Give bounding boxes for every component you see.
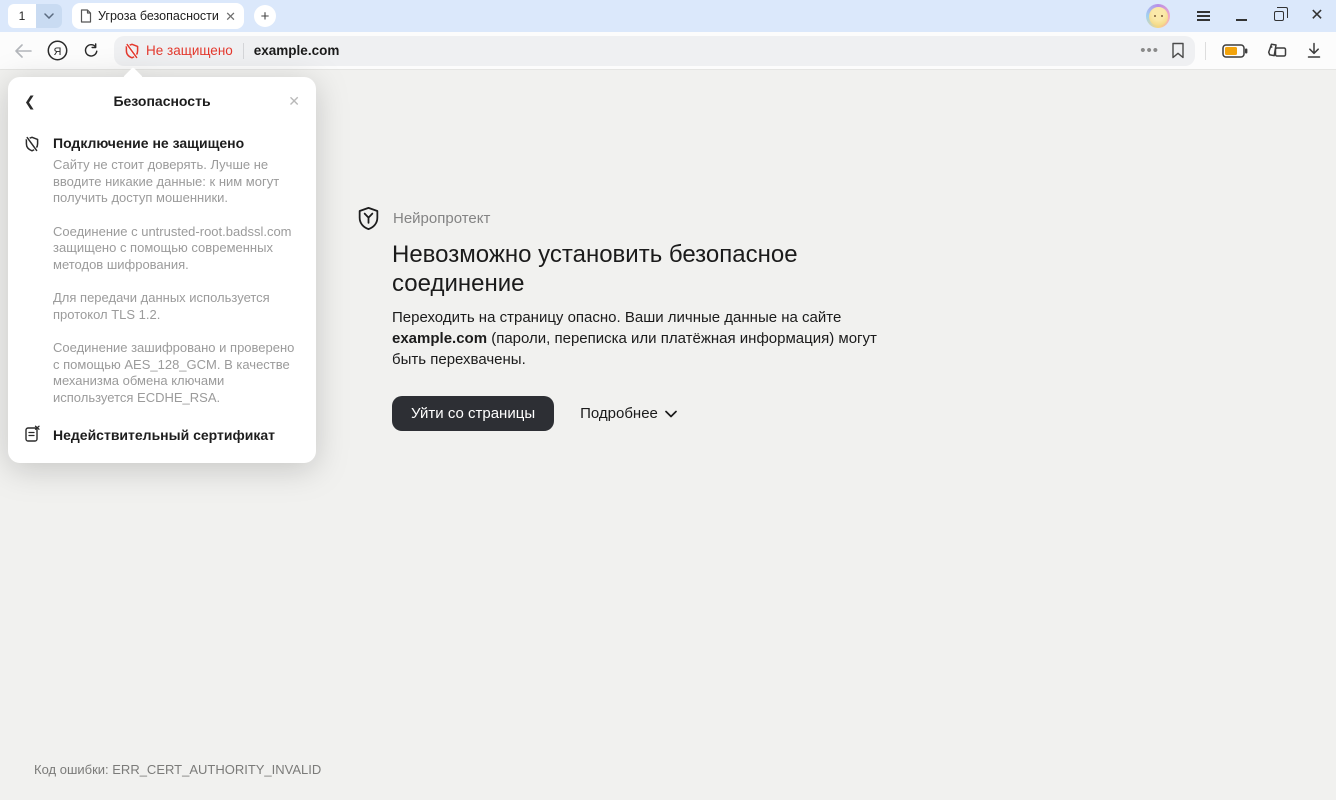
- close-icon: ✕: [1310, 8, 1323, 24]
- shield-crossed-icon: [124, 43, 140, 59]
- avatar-face: [1149, 7, 1168, 26]
- refresh-button[interactable]: [74, 36, 108, 66]
- security-badge[interactable]: Не защищено: [124, 43, 233, 59]
- leave-page-button[interactable]: Уйти со страницы: [392, 396, 554, 431]
- security-panel: ❮ Безопасность ✕ Подключение не защищено: [8, 70, 316, 463]
- paragraph-text: Переходить на страницу опасно. Ваши личн…: [392, 309, 841, 326]
- refresh-icon: [82, 42, 100, 60]
- tab-close-icon[interactable]: ✕: [225, 10, 236, 23]
- maximize-button[interactable]: [1260, 1, 1298, 31]
- more-actions-icon[interactable]: •••: [1140, 42, 1159, 59]
- yandex-logo-icon: Я: [47, 40, 68, 61]
- panel-paragraph: Для передачи данных используется протоко…: [53, 290, 303, 323]
- new-tab-button[interactable]: +: [254, 5, 276, 27]
- details-button[interactable]: Подробнее: [580, 405, 677, 422]
- tab-threat[interactable]: Угроза безопасности ✕: [72, 3, 244, 29]
- restore-icon: [1274, 11, 1284, 21]
- tab-counter-group: 1: [8, 4, 62, 28]
- minimize-icon: [1236, 19, 1247, 21]
- connection-not-secure-item: Подключение не защищено Сайту не стоит д…: [24, 135, 300, 207]
- security-badge-label: Не защищено: [146, 43, 233, 58]
- titlebar-controls: ✕: [1146, 1, 1336, 31]
- minimize-button[interactable]: [1222, 1, 1260, 31]
- chevron-down-icon: [44, 13, 54, 19]
- yandex-home-button[interactable]: Я: [40, 36, 74, 66]
- neuroprotect-shield-icon: [356, 206, 381, 231]
- panel-back-icon[interactable]: ❮: [24, 93, 44, 110]
- toolbar: Я Не защищено example.com •••: [0, 32, 1336, 70]
- browser-window: 1 Угроза безопасности ✕ + ✕: [0, 0, 1336, 800]
- bookmark-icon[interactable]: [1171, 42, 1185, 59]
- tab-list-button[interactable]: [36, 4, 62, 28]
- panel-header: ❮ Безопасность ✕: [24, 91, 300, 111]
- address-bar[interactable]: Не защищено example.com •••: [114, 36, 1195, 66]
- invalid-certificate-item[interactable]: Недействительный сертификат: [24, 424, 300, 447]
- tab-counter[interactable]: 1: [8, 4, 36, 28]
- certificate-item-title: Недействительный сертификат: [53, 427, 275, 444]
- panel-title: Безопасность: [44, 93, 280, 109]
- panel-close-icon[interactable]: ✕: [280, 93, 300, 110]
- toolbar-right-icons: [1222, 42, 1322, 60]
- close-button[interactable]: ✕: [1298, 1, 1336, 31]
- hamburger-icon: [1197, 8, 1210, 23]
- panel-paragraph: Соединение зашифровано и проверено с пом…: [53, 340, 303, 406]
- brand-label: Нейропротект: [393, 210, 490, 227]
- shield-crossed-icon: [24, 135, 41, 207]
- tab-title: Угроза безопасности: [98, 9, 219, 23]
- error-code: Код ошибки: ERR_CERT_AUTHORITY_INVALID: [34, 762, 321, 777]
- svg-text:Я: Я: [53, 46, 61, 58]
- avatar[interactable]: [1146, 4, 1170, 28]
- page-content: ❮ Безопасность ✕ Подключение не защищено: [0, 71, 1336, 800]
- download-icon[interactable]: [1306, 42, 1322, 59]
- connection-item-title: Подключение не защищено: [53, 135, 300, 152]
- menu-button[interactable]: [1184, 1, 1222, 31]
- toolbar-divider: [1205, 42, 1206, 60]
- titlebar: 1 Угроза безопасности ✕ + ✕: [0, 0, 1336, 32]
- chevron-down-icon: [665, 410, 677, 418]
- collections-icon[interactable]: [1266, 42, 1288, 60]
- error-paragraph: Переходить на страницу опасно. Ваши личн…: [392, 307, 902, 370]
- battery-icon[interactable]: [1222, 44, 1248, 58]
- error-heading: Невозможно установить безопасное соедине…: [392, 240, 852, 298]
- connection-item-body: Сайту не стоит доверять. Лучше не вводит…: [53, 157, 300, 207]
- paragraph-domain: example.com: [392, 330, 487, 347]
- document-icon: [80, 9, 92, 23]
- certificate-invalid-icon: [24, 424, 41, 447]
- url-text: example.com: [254, 43, 340, 58]
- back-button[interactable]: [6, 36, 40, 66]
- panel-paragraph: Соединение с untrusted-root.badssl.com з…: [53, 224, 303, 274]
- address-divider: [243, 43, 244, 59]
- error-content: Нейропротект Невозможно установить безоп…: [356, 206, 916, 431]
- back-arrow-icon: [14, 44, 32, 58]
- details-label: Подробнее: [580, 405, 658, 422]
